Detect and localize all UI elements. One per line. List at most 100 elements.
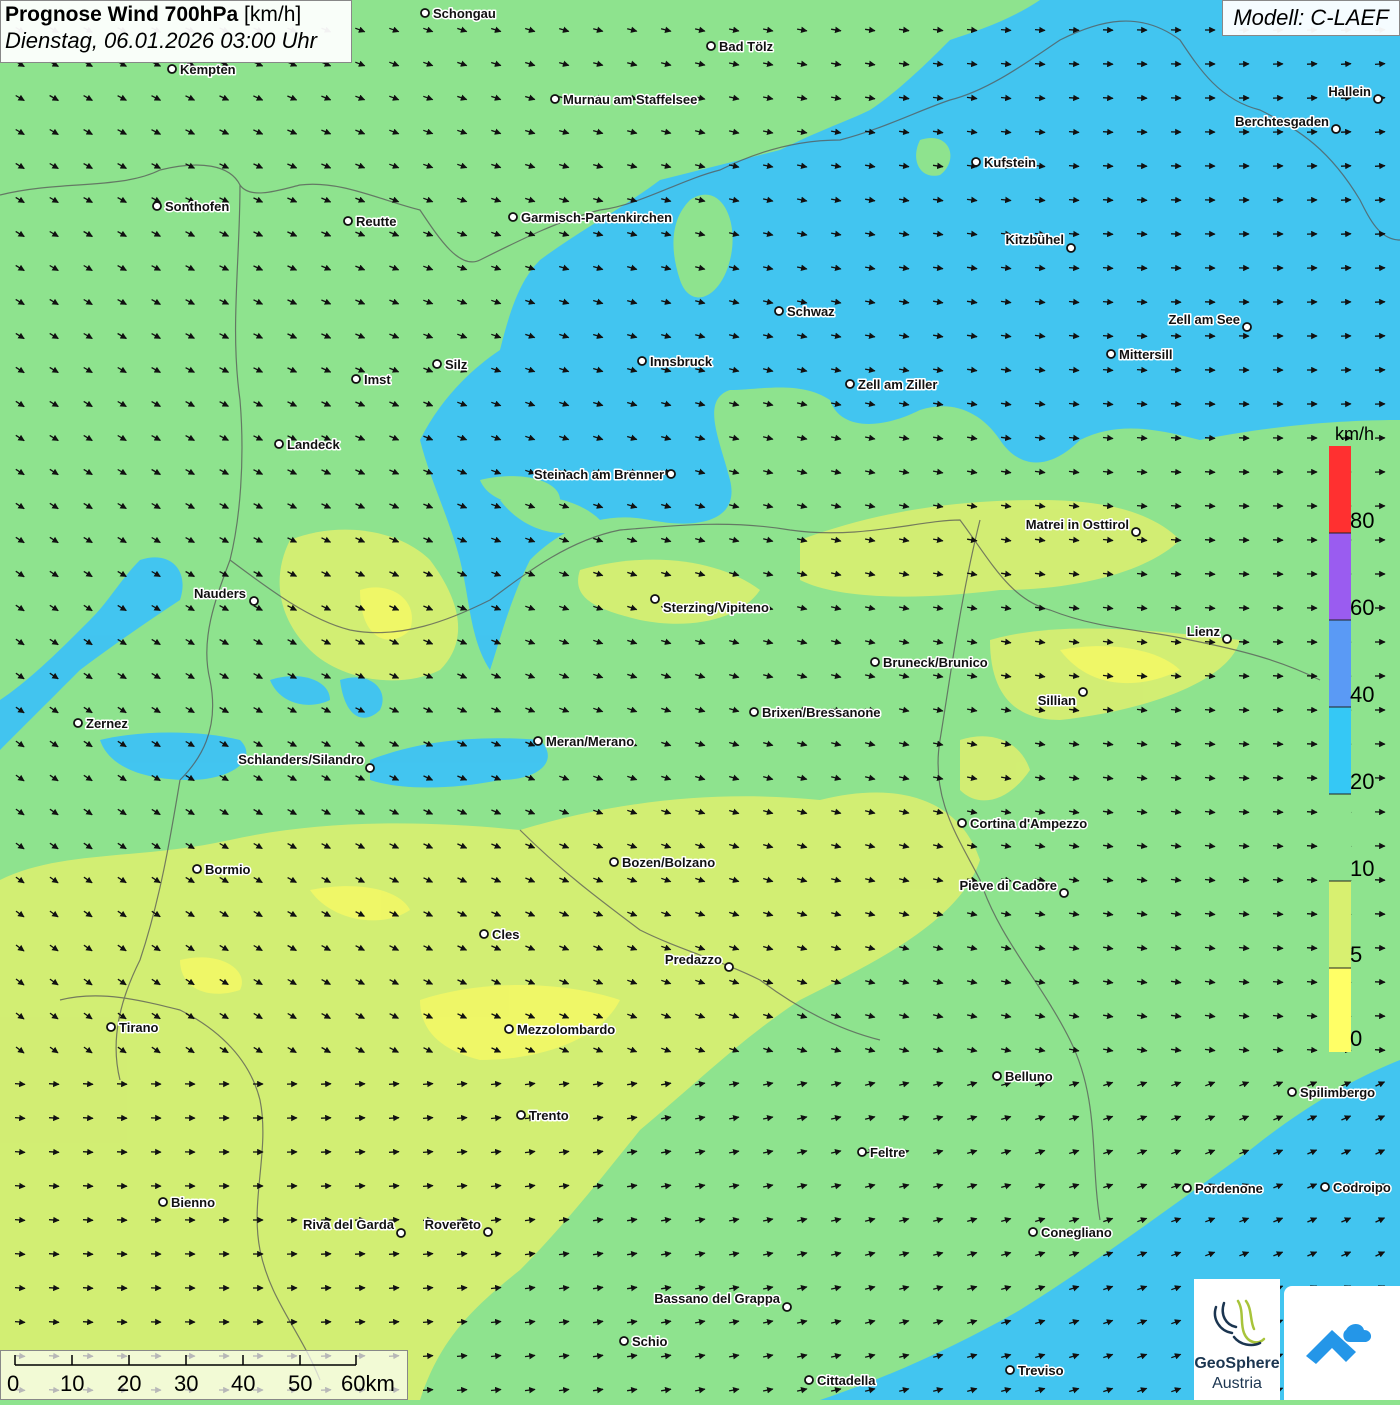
wind-arrow: [1069, 166, 1079, 167]
city-label: Bassano del Grappa: [654, 1291, 780, 1306]
city-label: Kitzbühel: [1006, 232, 1065, 247]
wind-arrow: [1307, 982, 1317, 983]
city-label: Nauders: [194, 586, 246, 601]
wind-arrow: [1375, 200, 1385, 201]
wind-arrow: [1205, 506, 1215, 507]
wind-arrow: [457, 1152, 467, 1153]
city-label: Kufstein: [984, 155, 1036, 170]
wind-arrow: [1307, 1016, 1317, 1017]
title-box: Prognose Wind 700hPa [km/h] Dienstag, 06…: [0, 0, 352, 63]
scale-label-50: 50: [288, 1371, 312, 1397]
city-label: Schlanders/Silandro: [238, 752, 364, 767]
wind-arrow: [1273, 778, 1283, 779]
wind-arrow: [1205, 438, 1215, 439]
city-label: Landeck: [287, 437, 341, 452]
city-label: Zernez: [86, 716, 128, 731]
city-label: Feltre: [870, 1145, 905, 1160]
city-dot: [667, 470, 675, 478]
city-label: Sonthofen: [165, 199, 229, 214]
wind-arrow: [1273, 710, 1283, 711]
city-label: Meran/Merano: [546, 734, 634, 749]
legend-unit: km/h: [1335, 424, 1374, 445]
wind-arrow: [1239, 812, 1249, 813]
city-dot: [972, 158, 980, 166]
city-label: Sillian: [1038, 693, 1076, 708]
wind-arrow: [1103, 200, 1113, 201]
scale-label-10: 10: [60, 1371, 84, 1397]
wind-arrow: [83, 1220, 93, 1221]
wind-arrow: [1239, 744, 1249, 745]
city-label: Trento: [529, 1108, 569, 1123]
city-label: Belluno: [1005, 1069, 1053, 1084]
wind-arrow: [1273, 744, 1283, 745]
wind-arrow: [457, 1322, 467, 1323]
wind-arrow: [1273, 676, 1283, 677]
city-dot: [858, 1148, 866, 1156]
city-label: Cortina d'Ampezzo: [970, 816, 1087, 831]
geosphere-logo[interactable]: GeoSphere Austria: [1194, 1279, 1280, 1400]
scale-label-0: 0: [7, 1371, 19, 1397]
wind-arrow: [457, 1288, 467, 1289]
city-dot: [1029, 1228, 1037, 1236]
city-label: Reutte: [356, 214, 396, 229]
wind-arrow: [83, 1254, 93, 1255]
wind-arrow: [1103, 370, 1113, 371]
city-dot: [344, 217, 352, 225]
wind-arrow: [457, 1118, 467, 1119]
city-label: Schongau: [433, 6, 496, 21]
city-dot: [193, 865, 201, 873]
wind-arrow: [49, 1254, 59, 1255]
wind-arrow: [1171, 438, 1181, 439]
city-label: Bozen/Bolzano: [622, 855, 715, 870]
city-dot: [783, 1303, 791, 1311]
city-label: Brixen/Bressanone: [762, 705, 881, 720]
wind-arrow: [83, 1152, 93, 1153]
wind-arrow: [15, 1288, 25, 1289]
legend-tick-5: 5: [1350, 942, 1362, 968]
city-dot: [74, 719, 82, 727]
legend-swatch-red: [1329, 446, 1351, 533]
wind-arrow: [1307, 914, 1317, 915]
wind-arrow: [49, 1118, 59, 1119]
city-label: Treviso: [1018, 1363, 1064, 1378]
map-title-bold: Prognose Wind 700hPa: [5, 3, 238, 26]
wind-arrow: [1341, 64, 1351, 65]
city-dot: [620, 1337, 628, 1345]
model-label: Modell: C-LAEF: [1222, 0, 1400, 36]
city-label: Innsbruck: [650, 354, 713, 369]
wind-arrow: [457, 1084, 467, 1085]
wind-arrow: [389, 1118, 399, 1119]
wind-arrow: [423, 1254, 433, 1255]
wind-arrow: [1137, 370, 1147, 371]
city-dot: [1079, 688, 1087, 696]
wind-arrow: [1239, 710, 1249, 711]
forecast-datetime: Dienstag, 06.01.2026 03:00 Uhr: [5, 28, 347, 54]
wind-arrow: [1273, 948, 1283, 949]
scale-bar-ruler: [1, 1351, 409, 1371]
scale-label-20: 20: [117, 1371, 141, 1397]
wind-arrow: [423, 1356, 433, 1357]
city-dot: [397, 1229, 405, 1237]
wind-arrow: [83, 1084, 93, 1085]
wind-arrow: [457, 1186, 467, 1187]
wind-arrow: [1137, 506, 1147, 507]
city-label: Rovereto: [425, 1217, 481, 1232]
wind-arrow: [15, 1152, 25, 1153]
wind-arrow: [1171, 336, 1181, 337]
app-logo[interactable]: [1284, 1286, 1400, 1400]
wind-arrow: [389, 1322, 399, 1323]
wind-arrow: [83, 1118, 93, 1119]
city-dot: [505, 1025, 513, 1033]
city-dot: [871, 658, 879, 666]
wind-arrow: [1103, 98, 1113, 99]
wind-arrow: [457, 1390, 467, 1391]
wind-arrow: [15, 1322, 25, 1323]
legend-swatch-blue: [1329, 620, 1351, 707]
city-dot: [1332, 125, 1340, 133]
city-dot: [993, 1072, 1001, 1080]
city-label: Kempten: [180, 62, 236, 77]
wind-arrow: [1103, 166, 1113, 167]
wind-arrow: [1239, 608, 1249, 609]
city-label: Bruneck/Brunico: [883, 655, 988, 670]
city-label: Cles: [492, 927, 519, 942]
